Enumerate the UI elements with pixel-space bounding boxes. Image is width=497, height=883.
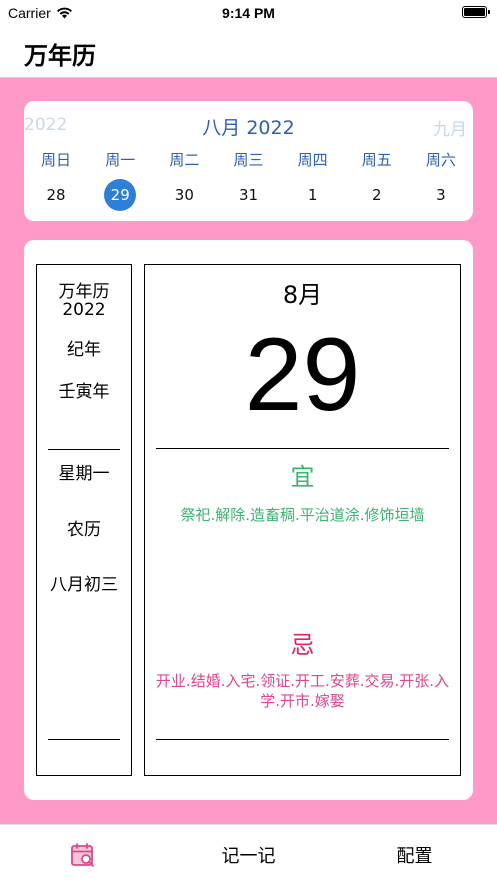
- day-cell[interactable]: 31: [228, 179, 268, 211]
- status-bar: Carrier 9:14 PM: [0, 0, 497, 26]
- month-header: 2022 八月 2022 九月: [24, 113, 473, 140]
- lunar-date: 八月初三: [50, 575, 118, 595]
- weekday-tue: 周二: [169, 151, 200, 169]
- day-number: 28: [46, 186, 66, 204]
- weekday-label: 星期一: [58, 464, 110, 484]
- left-divider-top: [48, 449, 120, 450]
- day-cell[interactable]: 30: [164, 179, 204, 211]
- almanac-card: 万年历 2022 纪年 壬寅年 星期一 农历 八月初三 8月 29 宜 祭祀.解…: [24, 240, 473, 800]
- era-label: 纪年: [67, 340, 101, 360]
- almanac-left-panel: 万年历 2022 纪年 壬寅年 星期一 农历 八月初三: [36, 264, 132, 776]
- right-divider-bottom: [156, 739, 449, 740]
- day-number-selected: 29: [104, 179, 137, 211]
- weekday-sun: 周日: [41, 151, 72, 169]
- page-title: 万年历: [24, 42, 96, 70]
- almanac-right-panel: 8月 29 宜 祭祀.解除.造畜稠.平治道涂.修饰垣墙 忌 开业.结婚.入宅.领…: [144, 264, 461, 776]
- almanac-year: 2022: [62, 300, 106, 320]
- weekday-sat: 周六: [425, 151, 456, 169]
- day-number: 1: [307, 186, 318, 204]
- day-number: 30: [174, 186, 194, 204]
- weekday-thu: 周四: [297, 151, 328, 169]
- ganzhi-year: 壬寅年: [58, 382, 110, 402]
- weekday-header-row: 周日 周一 周二 周三 周四 周五 周六: [24, 149, 473, 170]
- lunar-label: 农历: [67, 520, 101, 540]
- day-row: 28 29 30 31 1 2 3: [24, 179, 473, 211]
- status-time: 9:14 PM: [222, 5, 275, 21]
- tab-settings[interactable]: 配置: [332, 825, 497, 883]
- yi-label: 宜: [290, 463, 315, 491]
- weekday-mon: 周一: [105, 151, 136, 169]
- weekday-wed: 周三: [233, 151, 264, 169]
- month-label: 8月: [282, 281, 323, 309]
- day-number: 2: [371, 186, 382, 204]
- day-cell[interactable]: 2: [357, 179, 397, 211]
- weekday-fri: 周五: [361, 151, 392, 169]
- tab-calendar[interactable]: [0, 825, 165, 883]
- day-number-large: 29: [244, 317, 361, 433]
- day-cell[interactable]: 28: [36, 179, 76, 211]
- ji-activities: 开业.结婚.入宅.领证.开工.安葬.交易.开张.入学.开市.嫁娶: [155, 672, 450, 710]
- day-cell-selected[interactable]: 29: [100, 179, 140, 211]
- yi-activities: 祭祀.解除.造畜稠.平治道涂.修饰垣墙: [180, 506, 425, 524]
- battery-fill: [464, 8, 485, 16]
- tab-notes[interactable]: 记一记: [166, 825, 331, 883]
- day-cell[interactable]: 3: [421, 179, 461, 211]
- ji-label: 忌: [290, 631, 315, 659]
- right-divider-top: [156, 448, 449, 449]
- almanac-title: 万年历: [58, 282, 110, 302]
- calendar-icon: [70, 842, 94, 867]
- tab-bar: 记一记 配置: [0, 824, 497, 883]
- day-number: 3: [436, 186, 446, 204]
- day-cell[interactable]: 1: [293, 179, 333, 211]
- nav-bar: 万年历: [0, 26, 497, 78]
- battery-icon: [462, 6, 490, 18]
- week-calendar[interactable]: 2022 八月 2022 九月 周日 周一 周二 周三 周四 周五 周六 28 …: [24, 101, 473, 221]
- content-area: 2022 八月 2022 九月 周日 周一 周二 周三 周四 周五 周六 28 …: [0, 78, 497, 824]
- next-month-label[interactable]: 九月: [433, 115, 467, 140]
- day-number: 31: [238, 186, 259, 204]
- current-month-label: 八月 2022: [202, 117, 295, 139]
- left-divider-bottom: [48, 739, 120, 740]
